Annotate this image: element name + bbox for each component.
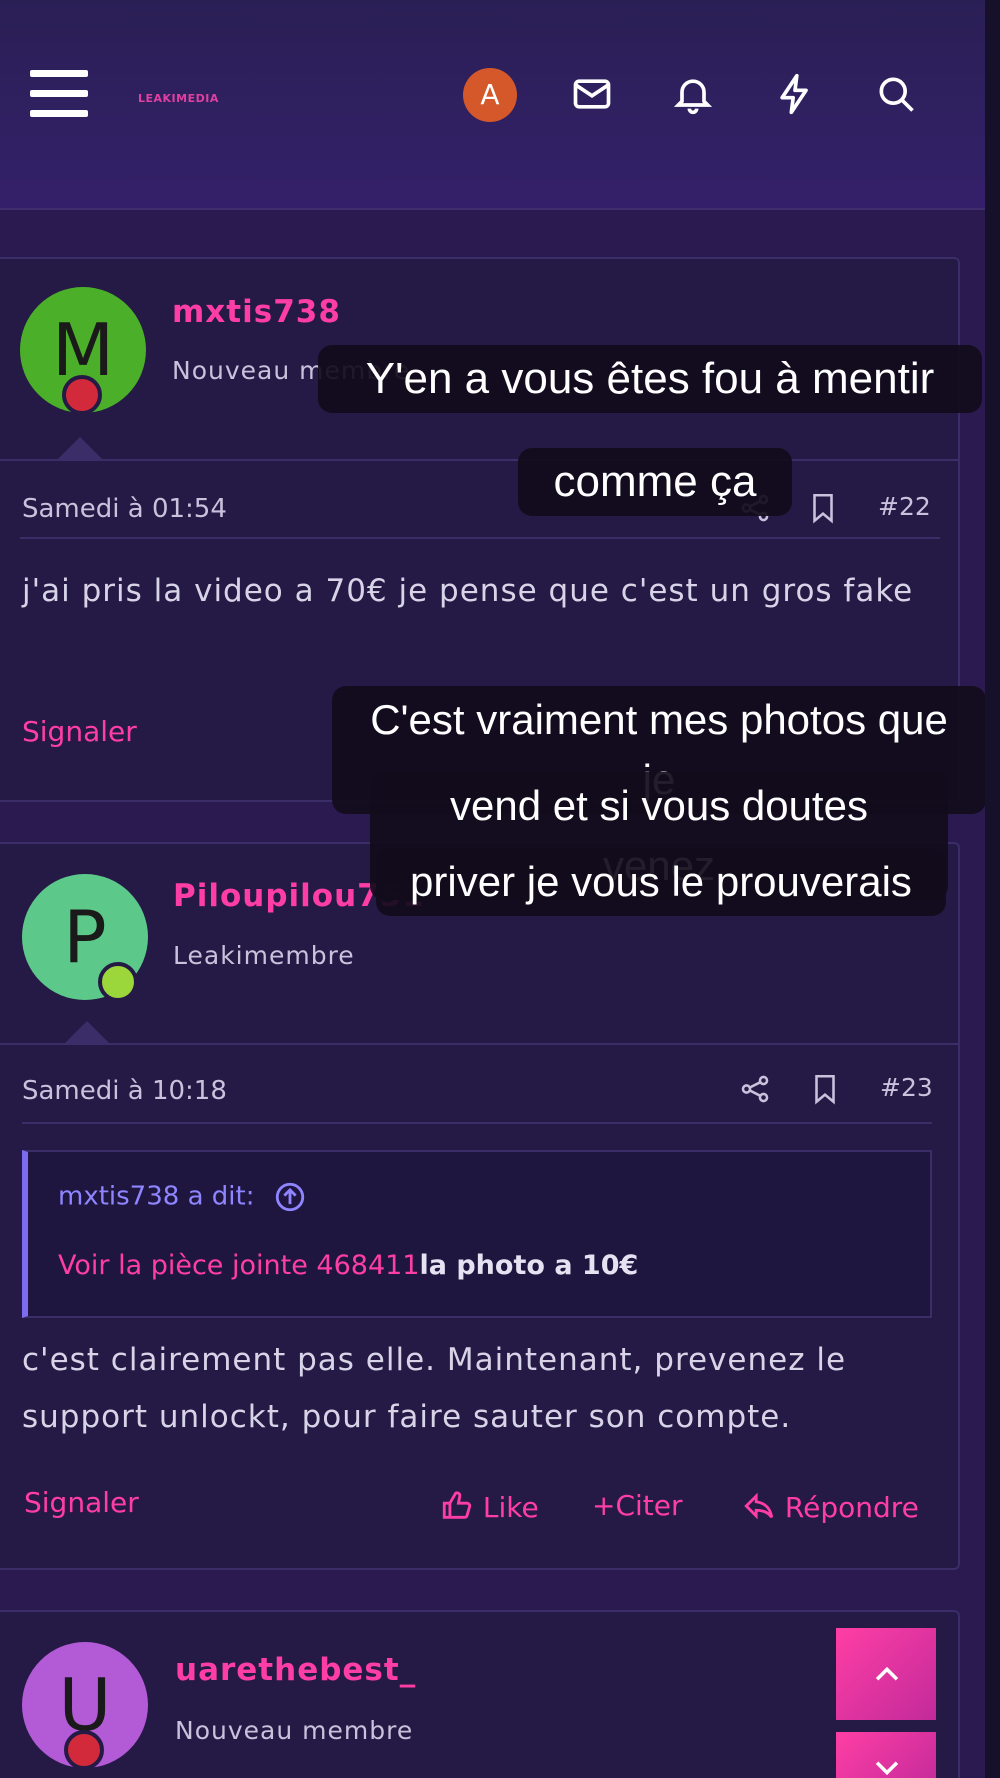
reply-icon <box>744 1492 774 1520</box>
quote-content: Voir la pièce jointe 468411la photo a 10… <box>58 1250 638 1281</box>
post-body: c'est clairement pas elle. Maintenant, p… <box>22 1342 847 1435</box>
bookmark-icon[interactable] <box>806 491 840 525</box>
scrollbar[interactable] <box>985 0 1000 1778</box>
reply-button[interactable]: Répondre <box>742 1489 919 1524</box>
thumbs-up-icon <box>442 1491 472 1519</box>
member-status-icon <box>62 375 102 415</box>
arrow-up-circle-icon[interactable] <box>273 1180 307 1214</box>
post-date[interactable]: Samedi à 10:18 <box>22 1076 227 1106</box>
share-icon[interactable] <box>738 1072 772 1106</box>
bookmark-icon[interactable] <box>808 1072 842 1106</box>
post-username[interactable]: uarethebest_ <box>175 1652 416 1688</box>
post-date[interactable]: Samedi à 01:54 <box>22 494 227 524</box>
report-link[interactable]: Signaler <box>22 715 137 748</box>
divider <box>22 1122 932 1124</box>
quote-text: la photo a 10€ <box>419 1250 639 1281</box>
mail-icon[interactable] <box>570 72 614 116</box>
page: LEAKIMEDIA A M mxtis738 Nouveau membre S… <box>0 0 986 1778</box>
spacer <box>0 1570 985 1610</box>
caption-line: priver je vous le prouverais <box>376 848 946 916</box>
bell-icon[interactable] <box>671 72 715 116</box>
notch <box>58 437 102 459</box>
like-button[interactable]: Like <box>440 1489 539 1524</box>
post-24: U uarethebest_ Nouveau membre <box>0 1610 960 1778</box>
chevron-down-icon <box>875 1761 899 1776</box>
divider <box>0 1043 960 1045</box>
user-role: Leakimembre <box>173 941 355 970</box>
divider <box>0 459 960 461</box>
member-status-icon <box>64 1730 104 1770</box>
user-role: Nouveau membre <box>175 1716 414 1745</box>
post-number[interactable]: #22 <box>878 492 931 521</box>
post-username[interactable]: mxtis738 <box>172 294 341 330</box>
attachment-link[interactable]: Voir la pièce jointe 468411 <box>58 1250 419 1281</box>
post-number[interactable]: #23 <box>880 1073 933 1102</box>
online-status-icon <box>98 962 138 1002</box>
divider <box>20 537 940 539</box>
post-body: j'ai pris la video a 70€ je pense que c'… <box>22 573 914 609</box>
notch <box>65 1021 109 1043</box>
report-link[interactable]: Signaler <box>24 1486 139 1519</box>
caption-line: comme ça <box>518 448 792 516</box>
user-avatar[interactable]: A <box>463 68 517 122</box>
scroll-to-bottom-button[interactable] <box>836 1732 936 1778</box>
plus-icon: + <box>592 1489 616 1522</box>
scroll-to-top-button[interactable] <box>836 1628 936 1720</box>
caption-line: Y'en a vous êtes fou à mentir <box>318 345 982 413</box>
top-header: LEAKIMEDIA A <box>0 0 985 210</box>
site-logo[interactable]: LEAKIMEDIA <box>138 92 219 105</box>
lightning-icon[interactable] <box>773 72 817 116</box>
chevron-up-icon <box>875 1666 899 1681</box>
hamburger-menu-icon[interactable] <box>30 70 88 120</box>
quote-block: mxtis738 a dit: Voir la pièce jointe 468… <box>22 1150 932 1318</box>
quote-author-link[interactable]: mxtis738 a dit: <box>58 1180 307 1214</box>
search-icon[interactable] <box>874 72 918 116</box>
post-23: P Piloupilou751 Leakimembre Samedi à 10:… <box>0 842 960 1570</box>
quote-button[interactable]: +Citer <box>592 1489 683 1522</box>
